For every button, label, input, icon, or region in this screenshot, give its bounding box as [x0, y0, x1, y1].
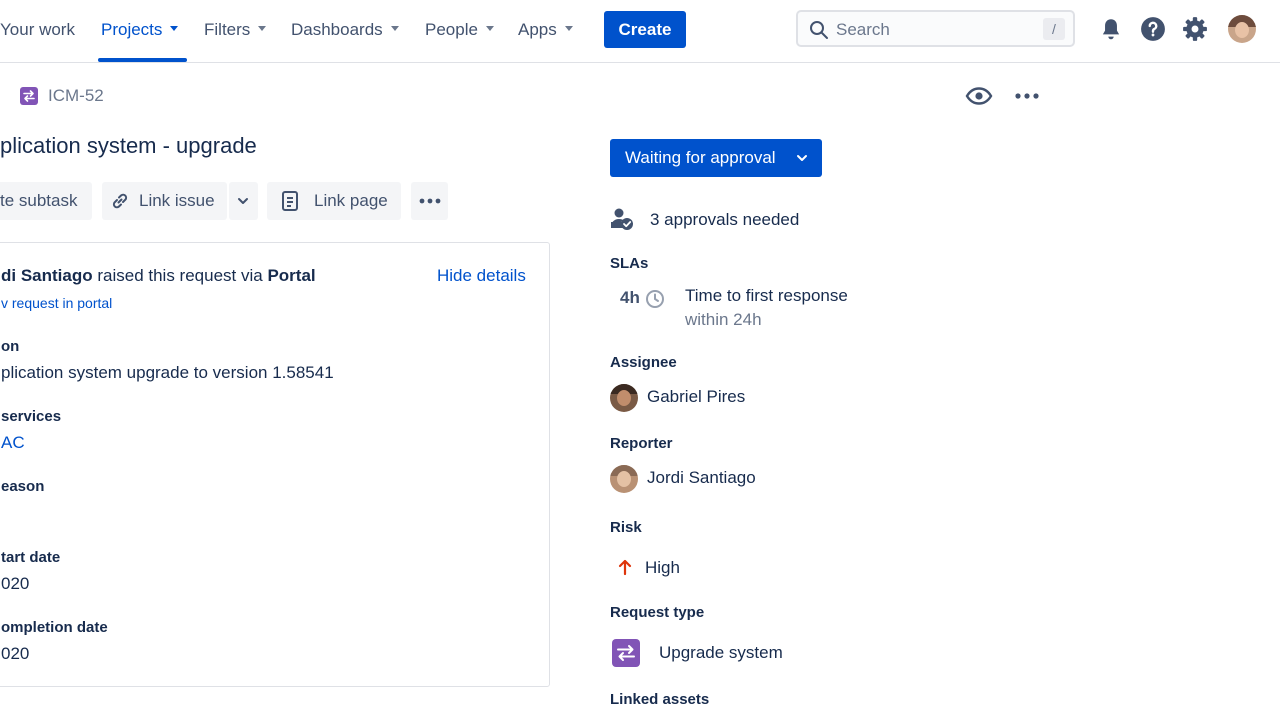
- raised-by-line: di Santiago raised this request via Port…: [1, 266, 316, 286]
- chevron-down-icon: [258, 26, 267, 32]
- nav-people[interactable]: People: [425, 18, 494, 42]
- link-issue-label: Link issue: [139, 191, 215, 210]
- request-type-label: Request type: [610, 604, 705, 621]
- avatar-face: [1235, 22, 1249, 38]
- reporter-avatar: [610, 465, 638, 493]
- field-label-description: on: [1, 338, 20, 355]
- page-icon: [282, 191, 298, 211]
- search-input[interactable]: Search /: [796, 10, 1075, 47]
- nav-filters[interactable]: Filters: [204, 18, 267, 42]
- nav-projects-label: Projects: [101, 20, 163, 39]
- create-subtask-label: te subtask: [0, 191, 78, 210]
- risk-label: Risk: [610, 519, 642, 536]
- raised-text: raised this request via: [92, 266, 268, 285]
- field-label-reason: eason: [1, 478, 45, 495]
- assignee-label: Assignee: [610, 354, 677, 371]
- request-channel: Portal: [267, 266, 316, 285]
- request-details-card: di Santiago raised this request via Port…: [0, 242, 550, 687]
- chevron-down-icon: [797, 155, 807, 161]
- status-dropdown-button[interactable]: Waiting for approval: [610, 139, 822, 177]
- chevron-down-icon: [564, 26, 573, 32]
- field-label-services: services: [1, 408, 62, 425]
- assignee-name[interactable]: Gabriel Pires: [647, 387, 745, 407]
- create-button[interactable]: Create: [604, 11, 686, 48]
- arrow-up-icon: [618, 559, 632, 576]
- link-issue-dropdown[interactable]: [229, 182, 258, 220]
- approvals-icon: [611, 208, 633, 230]
- watch-icon[interactable]: [965, 84, 993, 108]
- view-request-portal-link[interactable]: v request in portal: [1, 295, 112, 311]
- hide-details-link[interactable]: Hide details: [437, 266, 526, 286]
- request-type-value[interactable]: Upgrade system: [659, 643, 783, 663]
- issue-title[interactable]: plication system - upgrade: [0, 133, 257, 159]
- active-tab-indicator: [98, 58, 187, 62]
- toolbar-more-button[interactable]: [411, 182, 448, 220]
- chevron-down-icon: [485, 26, 494, 32]
- approvals-needed[interactable]: 3 approvals needed: [650, 210, 799, 230]
- link-icon: [112, 193, 128, 209]
- avatar-face: [617, 390, 631, 406]
- issue-key-breadcrumb[interactable]: ICM-52: [48, 86, 104, 106]
- risk-value[interactable]: High: [645, 558, 680, 578]
- search-icon: [810, 21, 828, 39]
- nav-projects[interactable]: Projects: [101, 18, 179, 42]
- reporter-name[interactable]: Jordi Santiago: [647, 468, 756, 488]
- help-icon[interactable]: [1140, 16, 1166, 42]
- bell-icon[interactable]: [1098, 16, 1124, 42]
- link-page-button[interactable]: Link page: [267, 182, 401, 220]
- search-placeholder: Search: [836, 20, 890, 39]
- raiser-name[interactable]: di Santiago: [1, 266, 93, 285]
- linked-assets-label: Linked assets: [610, 691, 710, 708]
- clock-icon: [646, 290, 664, 308]
- link-page-label: Link page: [314, 191, 388, 210]
- nav-apps-label: Apps: [518, 20, 557, 39]
- field-value-description[interactable]: plication system upgrade to version 1.58…: [1, 363, 334, 383]
- upgrade-system-icon: [612, 639, 640, 667]
- nav-apps[interactable]: Apps: [518, 18, 573, 42]
- chevron-down-icon: [170, 26, 179, 32]
- field-label-start-date: tart date: [1, 549, 61, 566]
- field-value-services[interactable]: AC: [1, 433, 25, 453]
- avatar-face: [617, 471, 631, 487]
- nav-dashboards[interactable]: Dashboards: [291, 18, 399, 42]
- sla-name: Time to first response: [685, 286, 848, 305]
- nav-dashboards-label: Dashboards: [291, 20, 383, 39]
- link-issue-button[interactable]: Link issue: [102, 182, 227, 220]
- user-avatar[interactable]: [1228, 15, 1256, 43]
- more-actions-icon[interactable]: [1014, 92, 1040, 100]
- more-icon: [419, 198, 441, 204]
- reporter-label: Reporter: [610, 435, 673, 452]
- nav-people-label: People: [425, 20, 478, 39]
- chevron-down-icon: [390, 26, 399, 32]
- create-subtask-button[interactable]: te subtask: [0, 182, 92, 220]
- assignee-avatar: [610, 384, 638, 412]
- field-label-completion-date: ompletion date: [1, 619, 108, 636]
- status-label: Waiting for approval: [625, 148, 776, 167]
- sla-target: within 24h: [685, 310, 762, 329]
- top-navigation: Your work Projects Filters Dashboards Pe…: [0, 0, 1280, 63]
- chevron-down-icon: [238, 198, 248, 204]
- request-type-icon: [20, 87, 38, 105]
- nav-filters-label: Filters: [204, 20, 251, 39]
- field-value-start-date[interactable]: 020: [1, 574, 29, 594]
- sla-time-remaining: 4h: [620, 288, 640, 307]
- nav-your-work-label: Your work: [0, 20, 75, 39]
- field-value-completion-date[interactable]: 020: [1, 644, 29, 664]
- nav-your-work[interactable]: Your work: [0, 18, 75, 42]
- search-shortcut-key: /: [1043, 18, 1065, 40]
- slas-label: SLAs: [610, 255, 649, 272]
- gear-icon[interactable]: [1182, 16, 1208, 42]
